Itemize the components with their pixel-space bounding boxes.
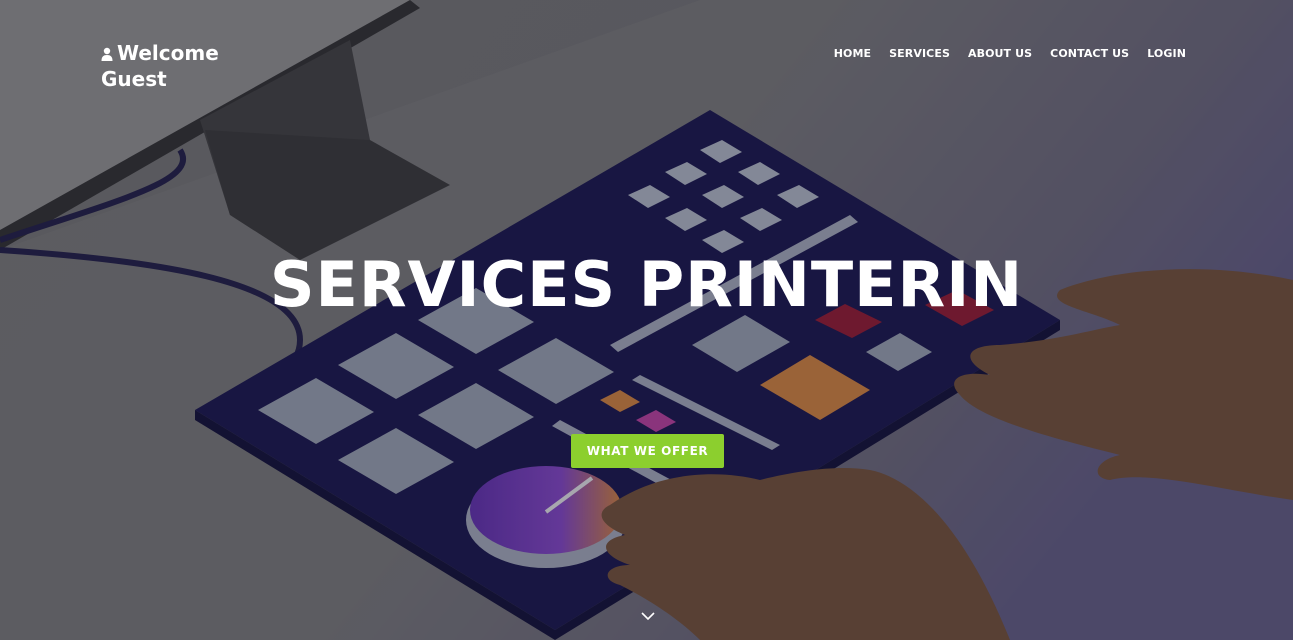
user-icon	[101, 41, 113, 61]
welcome-text: Welcome Guest	[101, 41, 219, 91]
what-we-offer-button[interactable]: WHAT WE OFFER	[571, 434, 724, 468]
hero-title: SERVICES PRINTERIN	[269, 248, 1024, 321]
nav-item-services[interactable]: SERVICES	[889, 47, 950, 60]
chevron-down-icon[interactable]	[640, 608, 656, 622]
main-nav: HOME SERVICES ABOUT US CONTACT US LOGIN	[834, 47, 1186, 60]
nav-item-contact-us[interactable]: CONTACT US	[1050, 47, 1129, 60]
nav-item-login[interactable]: LOGIN	[1147, 47, 1186, 60]
hero-section: Welcome Guest HOME SERVICES ABOUT US CON…	[0, 0, 1293, 640]
nav-item-home[interactable]: HOME	[834, 47, 871, 60]
nav-item-about-us[interactable]: ABOUT US	[968, 47, 1032, 60]
brand-welcome: Welcome Guest	[101, 40, 261, 92]
